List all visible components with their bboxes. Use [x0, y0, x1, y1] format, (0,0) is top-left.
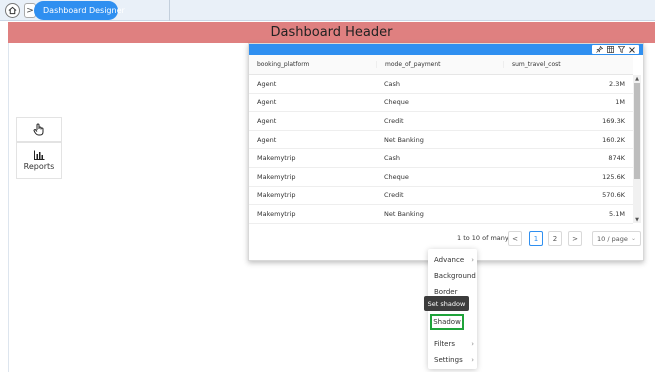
context-menu-item-filters[interactable]: Filters › — [434, 340, 474, 348]
scroll-up-icon[interactable]: ▲ — [633, 75, 641, 82]
close-icon[interactable] — [628, 45, 636, 54]
table-cell: Agent — [257, 135, 277, 144]
table-cell: Makemytrip — [257, 191, 296, 200]
home-button[interactable] — [5, 3, 20, 18]
scroll-down-icon[interactable]: ▼ — [633, 216, 641, 223]
table-row[interactable]: Agent Credit 169.3K — [249, 112, 633, 131]
table-row[interactable]: Makemytrip Cheque 125.6K — [249, 168, 633, 187]
columns-icon[interactable] — [606, 45, 614, 54]
prev-page-button[interactable]: < — [508, 231, 522, 246]
context-menu-item-label: Advance — [434, 256, 465, 264]
page-2-button[interactable]: 2 — [548, 231, 562, 246]
table-cell: Agent — [257, 79, 277, 88]
table-cell: 874K — [608, 154, 625, 163]
table-cell: Agent — [257, 116, 277, 125]
table-cell: 160.2K — [602, 135, 625, 144]
hand-pointer-icon — [33, 123, 44, 136]
canvas-left-border — [8, 43, 9, 372]
home-icon — [8, 6, 17, 15]
table-row[interactable]: Makemytrip Cash 874K — [249, 149, 633, 168]
scrollbar-thumb[interactable] — [634, 83, 640, 179]
table-cell: Net Banking — [384, 135, 424, 144]
table-cell: Credit — [384, 116, 404, 125]
page-size-value: 10 / page — [597, 234, 628, 243]
reports-tool-button[interactable]: Reports — [16, 142, 62, 179]
context-menu-item-settings[interactable]: Settings › — [434, 356, 474, 364]
table-cell: Agent — [257, 98, 277, 107]
table-cell: 5.1M — [609, 209, 625, 218]
table-widget[interactable]: booking_platform mode_of_payment sum_tra… — [248, 43, 644, 261]
chevron-right-icon: › — [471, 256, 474, 264]
table-cell: Makemytrip — [257, 209, 296, 218]
table-cell: Cheque — [384, 98, 409, 107]
page-size-select[interactable]: 10 / page ⌄ — [592, 231, 641, 246]
context-menu-item-border[interactable]: Border — [434, 288, 474, 296]
table-cell: Makemytrip — [257, 172, 296, 181]
table-cell: Cash — [384, 79, 401, 88]
table-cell: 2.3M — [609, 79, 625, 88]
context-menu-item-shadow[interactable]: Shadow — [430, 314, 464, 330]
context-menu-item-label: Filters — [434, 340, 455, 348]
chevron-down-icon: ⌄ — [630, 235, 636, 242]
dashboard-header-title: Dashboard Header — [270, 25, 393, 40]
table-row[interactable]: Makemytrip Net Banking 5.1M — [249, 205, 633, 224]
table-row[interactable]: Agent Cheque 1M — [249, 94, 633, 113]
filter-icon[interactable] — [617, 45, 625, 54]
chevron-right-icon: › — [471, 356, 474, 364]
context-menu-item-label: Border — [434, 288, 458, 296]
divider — [169, 0, 170, 21]
table-body: Agent Cash 2.3M Agent Cheque 1M Agent Credit 169… — [249, 75, 633, 224]
reports-label: Reports — [23, 162, 55, 171]
table-cell: Credit — [384, 191, 404, 200]
vertical-scrollbar[interactable]: ▲ ▼ — [633, 75, 641, 223]
pagination: 1 to 10 of many < 1 2 > 10 / page ⌄ — [249, 229, 645, 249]
table-cell: Cheque — [384, 172, 409, 181]
widget-actions — [592, 45, 639, 54]
next-page-button[interactable]: > — [568, 231, 582, 246]
page-1-button[interactable]: 1 — [529, 231, 543, 246]
set-shadow-tooltip: Set shadow — [424, 296, 469, 311]
table-cell: 1M — [615, 98, 625, 107]
table-cell: Cash — [384, 154, 401, 163]
context-menu-item-advance[interactable]: Advance › — [434, 256, 474, 264]
pagination-info: 1 to 10 of many — [457, 234, 509, 242]
table-row[interactable]: Agent Net Banking 160.2K — [249, 131, 633, 150]
breadcrumb-dashboard-designer[interactable]: Dashboard Designer — [34, 1, 125, 20]
table-cell: 125.6K — [602, 172, 625, 181]
breadcrumb-label: Dashboard Designer — [43, 6, 125, 15]
top-bar: > Dashboard Designer — [0, 0, 655, 21]
column-header[interactable]: booking_platform — [249, 61, 376, 68]
table-cell: Makemytrip — [257, 154, 296, 163]
widget-title-bar[interactable] — [249, 44, 643, 55]
table-header: booking_platform mode_of_payment sum_tra… — [249, 55, 633, 75]
context-menu-item-label: Settings — [434, 356, 463, 364]
column-header[interactable]: sum_travel_cost — [503, 61, 633, 68]
table-row[interactable]: Makemytrip Credit 570.6K — [249, 187, 633, 206]
dashboard-header[interactable]: Dashboard Header — [8, 22, 655, 43]
data-table: booking_platform mode_of_payment sum_tra… — [249, 55, 633, 224]
pin-icon[interactable] — [595, 45, 603, 54]
context-menu-item-label: Background — [434, 272, 476, 280]
interaction-tool-button[interactable] — [16, 117, 62, 142]
column-header[interactable]: mode_of_payment — [376, 61, 503, 68]
bar-chart-icon — [33, 150, 44, 160]
table-cell: Net Banking — [384, 209, 424, 218]
chevron-right-icon: › — [471, 340, 474, 348]
table-cell: 169.3K — [602, 116, 625, 125]
table-row[interactable]: Agent Cash 2.3M — [249, 75, 633, 94]
table-cell: 570.6K — [602, 191, 625, 200]
context-menu-item-background[interactable]: Background — [434, 272, 476, 280]
